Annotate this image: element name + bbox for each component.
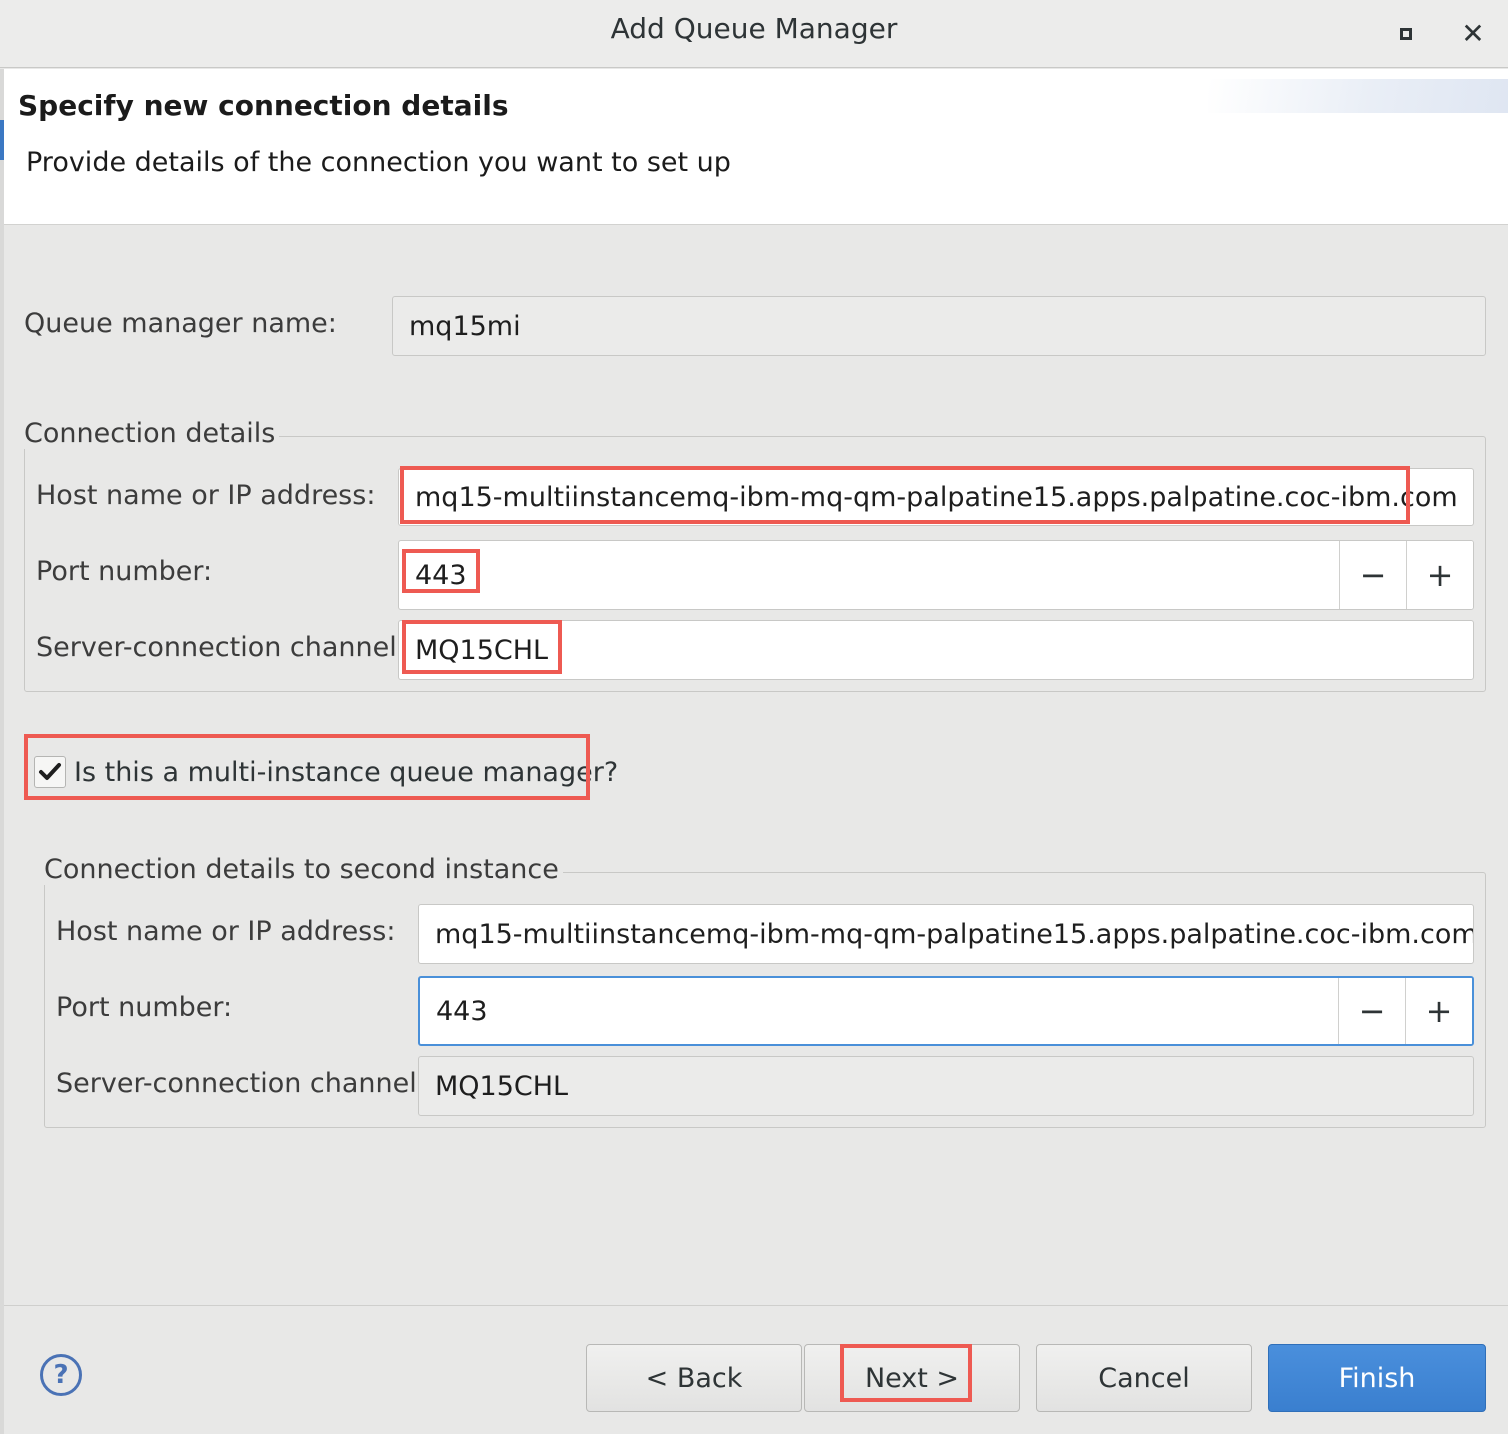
host-highlight xyxy=(400,466,1410,524)
channel-label: Server-connection channel: xyxy=(36,632,406,663)
port-label: Port number: xyxy=(36,556,213,587)
port-decrement-button[interactable]: − xyxy=(1339,541,1406,609)
second-host-label: Host name or IP address: xyxy=(56,916,396,947)
multi-instance-highlight xyxy=(24,734,590,800)
window-left-edge xyxy=(0,69,4,1434)
port-increment-button[interactable]: + xyxy=(1406,541,1473,609)
queue-manager-name-label: Queue manager name: xyxy=(24,308,337,339)
close-button[interactable]: ✕ xyxy=(1455,16,1491,52)
header-banner: Specify new connection details Provide d… xyxy=(4,69,1508,225)
footer-separator xyxy=(4,1305,1508,1306)
second-instance-legend: Connection details to second instance xyxy=(44,854,563,885)
second-port-increment-button[interactable]: + xyxy=(1405,978,1472,1044)
queue-manager-name-value: mq15mi xyxy=(409,310,521,342)
next-highlight xyxy=(840,1344,972,1402)
second-channel-field[interactable]: MQ15CHL xyxy=(418,1056,1474,1116)
page-title: Specify new connection details xyxy=(18,89,509,122)
port-value: 443 xyxy=(415,559,467,591)
page-subtitle: Provide details of the connection you wa… xyxy=(26,147,731,178)
second-port-label: Port number: xyxy=(56,992,233,1023)
second-channel-label: Server-connection channel: xyxy=(56,1068,426,1099)
second-channel-value: MQ15CHL xyxy=(435,1070,569,1102)
maximize-icon xyxy=(1400,28,1412,40)
queue-manager-name-field[interactable]: mq15mi xyxy=(392,296,1486,356)
second-host-input[interactable]: mq15-multiinstancemq-ibm-mq-qm-palpatine… xyxy=(418,904,1474,964)
back-button[interactable]: < Back xyxy=(586,1344,802,1412)
help-button[interactable]: ? xyxy=(40,1354,82,1396)
cancel-button[interactable]: Cancel xyxy=(1036,1344,1252,1412)
port-highlight xyxy=(402,549,480,593)
maximize-button[interactable] xyxy=(1388,16,1424,52)
connection-details-legend: Connection details xyxy=(24,418,280,449)
banner-decoration xyxy=(1208,79,1508,113)
port-spinner[interactable]: 443 − + xyxy=(398,540,1474,610)
close-icon: ✕ xyxy=(1461,17,1485,50)
finish-button[interactable]: Finish xyxy=(1268,1344,1486,1412)
channel-highlight xyxy=(402,620,562,674)
second-port-spinner[interactable]: 443 − + xyxy=(418,976,1474,1046)
second-host-value: mq15-multiinstancemq-ibm-mq-qm-palpatine… xyxy=(435,918,1474,950)
second-port-value: 443 xyxy=(436,995,488,1027)
second-port-decrement-button[interactable]: − xyxy=(1338,978,1405,1044)
window-title: Add Queue Manager xyxy=(610,12,898,45)
host-label: Host name or IP address: xyxy=(36,480,376,511)
